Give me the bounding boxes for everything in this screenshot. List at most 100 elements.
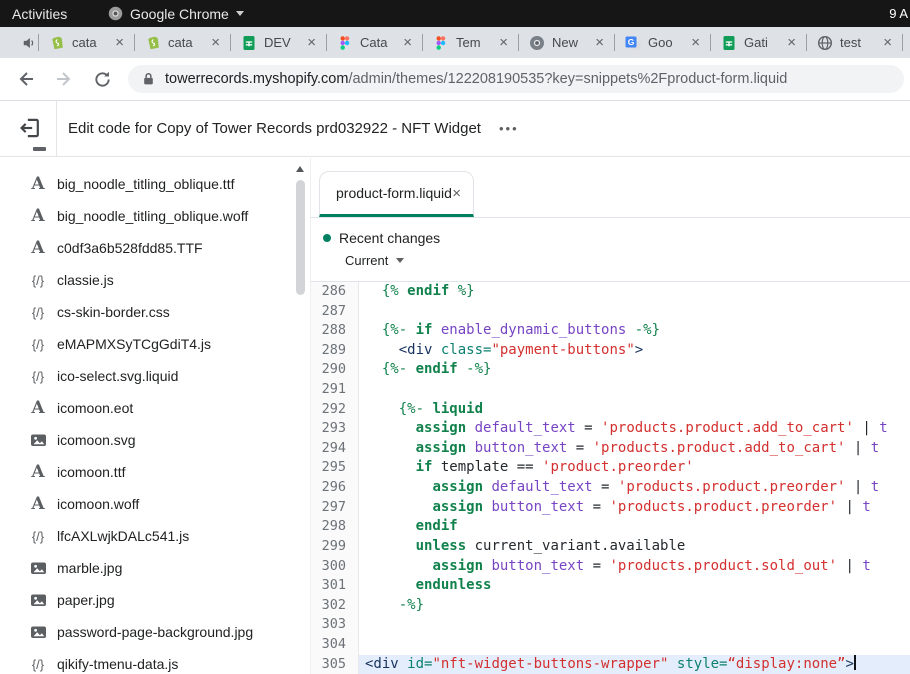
- browser-tab-9[interactable]: test×: [809, 27, 900, 58]
- browser-tab-3[interactable]: DEV ×: [233, 27, 324, 58]
- code-line-288[interactable]: 288 {%- if enable_dynamic_buttons -%}: [311, 321, 910, 341]
- browser-tab-strip: cata×cata×DEV×Cata×Tem×New×GGoo×Gati×tes…: [0, 27, 910, 58]
- code-line-292[interactable]: 292 {%- liquid: [311, 400, 910, 420]
- version-select[interactable]: Current: [345, 253, 910, 268]
- url-text: towerrecords.myshopify.com/admin/themes/…: [165, 71, 787, 87]
- browser-tab-8[interactable]: Gati ×: [713, 27, 804, 58]
- scrollbar-thumb[interactable]: [296, 180, 305, 295]
- browser-tab-5[interactable]: Tem×: [425, 27, 516, 58]
- forward-button[interactable]: [52, 67, 76, 91]
- browser-tab-2[interactable]: cata×: [137, 27, 228, 58]
- file-item[interactable]: icomoon.svg: [0, 424, 310, 456]
- code-line-289[interactable]: 289 <div class="payment-buttons">: [311, 341, 910, 361]
- file-item[interactable]: Abig_noodle_titling_oblique.woff: [0, 200, 310, 232]
- code-line-305[interactable]: 305<div id="nft-widget-buttons-wrapper" …: [311, 655, 910, 674]
- code-file-icon: {/}: [28, 529, 48, 544]
- browser-tab-6[interactable]: New×: [521, 27, 612, 58]
- tab-close-icon[interactable]: ×: [787, 35, 796, 51]
- more-actions-button[interactable]: •••: [499, 121, 519, 136]
- code-line-291[interactable]: 291: [311, 380, 910, 400]
- file-item[interactable]: {/}classie.js: [0, 264, 310, 296]
- file-item[interactable]: Ac0df3a6b528fdd85.TTF: [0, 232, 310, 264]
- file-item[interactable]: {/}ico-select.svg.liquid: [0, 360, 310, 392]
- url-host: towerrecords.myshopify.com: [165, 71, 348, 87]
- scroll-up-button[interactable]: [296, 166, 304, 172]
- file-name: icomoon.woff: [57, 496, 139, 512]
- file-name: ico-select.svg.liquid: [57, 368, 178, 384]
- line-number: 286: [311, 282, 359, 302]
- code-line-301[interactable]: 301 endunless: [311, 576, 910, 596]
- file-item[interactable]: Aicomoon.ttf: [0, 456, 310, 488]
- code-line-296[interactable]: 296 assign default_text = 'products.prod…: [311, 478, 910, 498]
- tab-close-icon[interactable]: ×: [595, 35, 604, 51]
- code-text: unless current_variant.available: [359, 537, 910, 557]
- code-lines[interactable]: 286 {% endif %}287288 {%- if enable_dyna…: [311, 282, 910, 674]
- code-line-302[interactable]: 302 -%}: [311, 596, 910, 616]
- code-text: [359, 615, 910, 635]
- file-item[interactable]: {/}cs-skin-border.css: [0, 296, 310, 328]
- code-line-303[interactable]: 303: [311, 615, 910, 635]
- tab-close-icon[interactable]: ×: [499, 35, 508, 51]
- svg-text:G: G: [628, 36, 635, 46]
- tab-divider: [230, 34, 231, 51]
- image-file-icon: [28, 592, 48, 608]
- app-menu-label: Google Chrome: [130, 6, 229, 22]
- tab-close-icon[interactable]: ×: [211, 35, 220, 51]
- system-top-bar: Activities Google Chrome 9 A: [0, 0, 910, 27]
- file-item[interactable]: {/}eMAPMXSyTCgGdiT4.js: [0, 328, 310, 360]
- browser-tab-1[interactable]: cata×: [41, 27, 132, 58]
- code-line-299[interactable]: 299 unless current_variant.available: [311, 537, 910, 557]
- browser-tab-7[interactable]: GGoo×: [617, 27, 708, 58]
- file-item[interactable]: password-page-background.jpg: [0, 616, 310, 648]
- browser-tab-4[interactable]: Cata×: [329, 27, 420, 58]
- code-text: {%- endif -%}: [359, 360, 910, 380]
- code-line-286[interactable]: 286 {% endif %}: [311, 282, 910, 302]
- code-text: [359, 635, 910, 655]
- tab-close-icon[interactable]: ×: [452, 185, 461, 202]
- line-number: 291: [311, 380, 359, 400]
- tab-close-icon[interactable]: ×: [307, 35, 316, 51]
- code-line-294[interactable]: 294 assign button_text = 'products.produ…: [311, 439, 910, 459]
- lock-icon[interactable]: [142, 72, 155, 86]
- address-bar[interactable]: towerrecords.myshopify.com/admin/themes/…: [128, 65, 904, 93]
- sidebar-scrollbar[interactable]: [294, 160, 307, 674]
- line-number: 298: [311, 517, 359, 537]
- code-line-297[interactable]: 297 assign button_text = 'products.produ…: [311, 498, 910, 518]
- code-text: -%}: [359, 596, 910, 616]
- tab-title: Gati: [744, 35, 777, 50]
- browser-tab-10[interactable]: [905, 27, 910, 58]
- tab-divider: [134, 34, 135, 51]
- code-line-298[interactable]: 298 endif: [311, 517, 910, 537]
- shopify-favicon-icon: [145, 35, 161, 51]
- tab-close-icon[interactable]: ×: [403, 35, 412, 51]
- tab-close-icon[interactable]: ×: [115, 35, 124, 51]
- audio-indicator-icon[interactable]: [22, 36, 36, 50]
- shopify-favicon-icon: [49, 35, 65, 51]
- tab-title: DEV: [264, 35, 297, 50]
- file-item[interactable]: Aicomoon.eot: [0, 392, 310, 424]
- file-item[interactable]: Aicomoon.woff: [0, 488, 310, 520]
- code-line-287[interactable]: 287: [311, 302, 910, 322]
- file-item[interactable]: {/}lfcAXLwjkDALc541.js: [0, 520, 310, 552]
- open-file-tab[interactable]: product-form.liquid ×: [319, 171, 474, 217]
- code-line-304[interactable]: 304: [311, 635, 910, 655]
- code-line-295[interactable]: 295 if template == 'product.preorder': [311, 458, 910, 478]
- file-item[interactable]: {/}qikify-tmenu-data.js: [0, 648, 310, 674]
- file-item[interactable]: marble.jpg: [0, 552, 310, 584]
- tab-close-icon[interactable]: ×: [691, 35, 700, 51]
- exit-code-editor-button[interactable]: [17, 115, 43, 141]
- code-line-300[interactable]: 300 assign button_text = 'products.produ…: [311, 557, 910, 577]
- code-line-293[interactable]: 293 assign default_text = 'products.prod…: [311, 419, 910, 439]
- tab-close-icon[interactable]: ×: [883, 35, 892, 51]
- activities-menu[interactable]: Activities: [12, 6, 67, 22]
- back-button[interactable]: [14, 67, 38, 91]
- system-clock: 9 A: [889, 6, 908, 21]
- code-line-290[interactable]: 290 {%- endif -%}: [311, 360, 910, 380]
- file-item[interactable]: Abig_noodle_titling_oblique.ttf: [0, 168, 310, 200]
- figma-favicon-icon: [433, 35, 449, 51]
- app-menu[interactable]: Google Chrome: [108, 6, 244, 22]
- reload-button[interactable]: [90, 67, 114, 91]
- file-item[interactable]: paper.jpg: [0, 584, 310, 616]
- tab-divider: [38, 34, 39, 51]
- file-name: big_noodle_titling_oblique.woff: [57, 208, 248, 224]
